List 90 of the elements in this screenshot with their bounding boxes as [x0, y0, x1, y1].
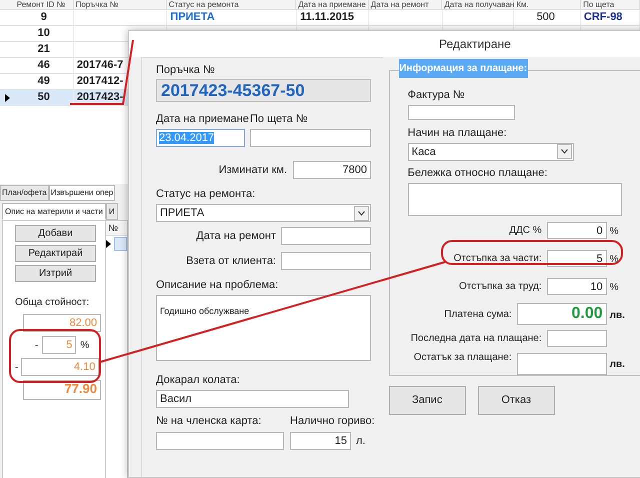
- dialog-title: Редактиране: [439, 36, 511, 53]
- panel-button[interactable]: Редактирай: [15, 245, 96, 262]
- input-field[interactable]: [281, 227, 371, 245]
- tab[interactable]: План/офета: [0, 185, 49, 201]
- field-label: Последна дата на плащане:: [410, 332, 542, 345]
- annotation-line: [70, 40, 134, 105]
- input-field[interactable]: 10: [546, 278, 607, 294]
- field-label: Дата на ремонт: [196, 230, 276, 242]
- column-header[interactable]: Дата на получаван: [444, 0, 514, 9]
- minus-sign: -: [35, 338, 38, 352]
- field-label: Бележка относно плащане:: [408, 166, 548, 180]
- field-label: Статус на ремонта:: [156, 188, 256, 201]
- table-row[interactable]: 9 ПРИЕТА 11.11.2015 500 CRF-98: [0, 10, 640, 26]
- unit-label: %: [610, 254, 619, 265]
- dropdown-button[interactable]: [556, 144, 572, 160]
- field-label: По щета №: [250, 113, 309, 126]
- field-label: № на членска карта:: [156, 415, 262, 428]
- table-cell: 2017423-: [76, 91, 124, 104]
- tab[interactable]: Опис на материли и части: [2, 203, 106, 220]
- problem-textarea[interactable]: Годишно обслужване: [156, 295, 371, 361]
- input-field[interactable]: Васил: [156, 390, 349, 408]
- table-cell: ПРИЕТА: [170, 11, 215, 24]
- table-cell: 46: [38, 59, 50, 72]
- column-header[interactable]: Статус на ремонта: [168, 0, 239, 9]
- order-number-field: 2017423-45367-50: [156, 79, 371, 102]
- input-field[interactable]: 7800: [293, 161, 371, 179]
- percent-sign: %: [80, 338, 90, 352]
- unit-label: %: [610, 282, 619, 293]
- total-label: Обща стойност:: [15, 296, 90, 310]
- chevron-down-icon: [358, 210, 365, 216]
- status-select[interactable]: ПРИЕТА: [156, 204, 371, 222]
- unit-label: лв.: [610, 359, 625, 370]
- table-cell: 49: [38, 75, 50, 88]
- panel-button[interactable]: Добави: [15, 225, 96, 242]
- input-field[interactable]: [156, 432, 284, 450]
- field-label: Начин на плащане:: [408, 126, 508, 140]
- field-label: Налично гориво:: [290, 415, 375, 428]
- field-label: ДДС %: [509, 224, 542, 236]
- column-header[interactable]: Поръчка №: [76, 0, 118, 9]
- field-label: Изминати км.: [218, 164, 287, 176]
- input-field[interactable]: 0.00: [516, 303, 607, 325]
- input-field[interactable]: [516, 353, 607, 375]
- table-cell: 50: [38, 91, 50, 104]
- unit-label: л.: [356, 434, 366, 449]
- dialog-button[interactable]: Отказ: [478, 386, 555, 415]
- table-cell: 201746-7: [76, 59, 124, 72]
- chevron-down-icon: [560, 149, 568, 154]
- table-cell: 11.11.2015: [300, 11, 354, 24]
- field-label: Взета от клиента:: [186, 254, 276, 268]
- input-field[interactable]: 0: [546, 222, 607, 238]
- dropdown-button[interactable]: [354, 206, 369, 220]
- column-header[interactable]: №: [106, 221, 127, 236]
- tab[interactable]: Извършени опер: [48, 185, 116, 201]
- input-field[interactable]: [281, 252, 371, 270]
- table-cell: 21: [38, 43, 50, 56]
- payment-note-textarea[interactable]: [408, 182, 622, 216]
- table-cell: 9: [40, 11, 47, 24]
- unit-label: лв.: [610, 310, 625, 321]
- table-cell: 2017412-: [76, 75, 124, 88]
- field-label: Описание на проблема:: [156, 279, 280, 292]
- input-field[interactable]: [408, 105, 515, 120]
- table-cell: 500: [536, 11, 555, 24]
- column-header[interactable]: Дата на ремонт: [370, 0, 429, 9]
- field-label: Отстъпка за труд:: [458, 280, 542, 292]
- table-cell: 10: [38, 27, 50, 40]
- field-label: Платена сума:: [444, 308, 512, 320]
- field-label: Докарал колата:: [156, 374, 241, 387]
- field-value: Годишно обслужване: [160, 306, 250, 316]
- field-value: 23.04.2017: [159, 132, 214, 144]
- table-cell: CRF-98: [584, 11, 622, 24]
- minus-sign: -: [15, 360, 18, 374]
- column-header[interactable]: Дата на приемане: [298, 0, 366, 9]
- column-header[interactable]: По щета: [583, 0, 614, 9]
- field-label: Отстъпка за части:: [454, 252, 542, 264]
- row-pointer-icon: [4, 94, 10, 102]
- row-pointer-icon: [106, 240, 112, 248]
- dialog-button[interactable]: Запис: [388, 386, 466, 415]
- input-field[interactable]: [546, 330, 607, 347]
- selected-row[interactable]: [114, 237, 127, 251]
- field-label: Фактура №: [408, 89, 466, 102]
- input-field[interactable]: 15: [290, 432, 351, 450]
- tab[interactable]: И: [106, 203, 118, 220]
- field-label: Остатък за плащане:: [414, 351, 512, 364]
- payment-method-select[interactable]: Каса: [408, 142, 574, 161]
- unit-label: %: [610, 226, 619, 237]
- column-header[interactable]: Км.: [516, 0, 529, 9]
- field-label: Поръчка №: [156, 64, 216, 77]
- column-header[interactable]: Ремонт ID №: [16, 0, 66, 9]
- input-field[interactable]: [250, 129, 371, 147]
- panel-button[interactable]: Изтрий: [15, 265, 96, 282]
